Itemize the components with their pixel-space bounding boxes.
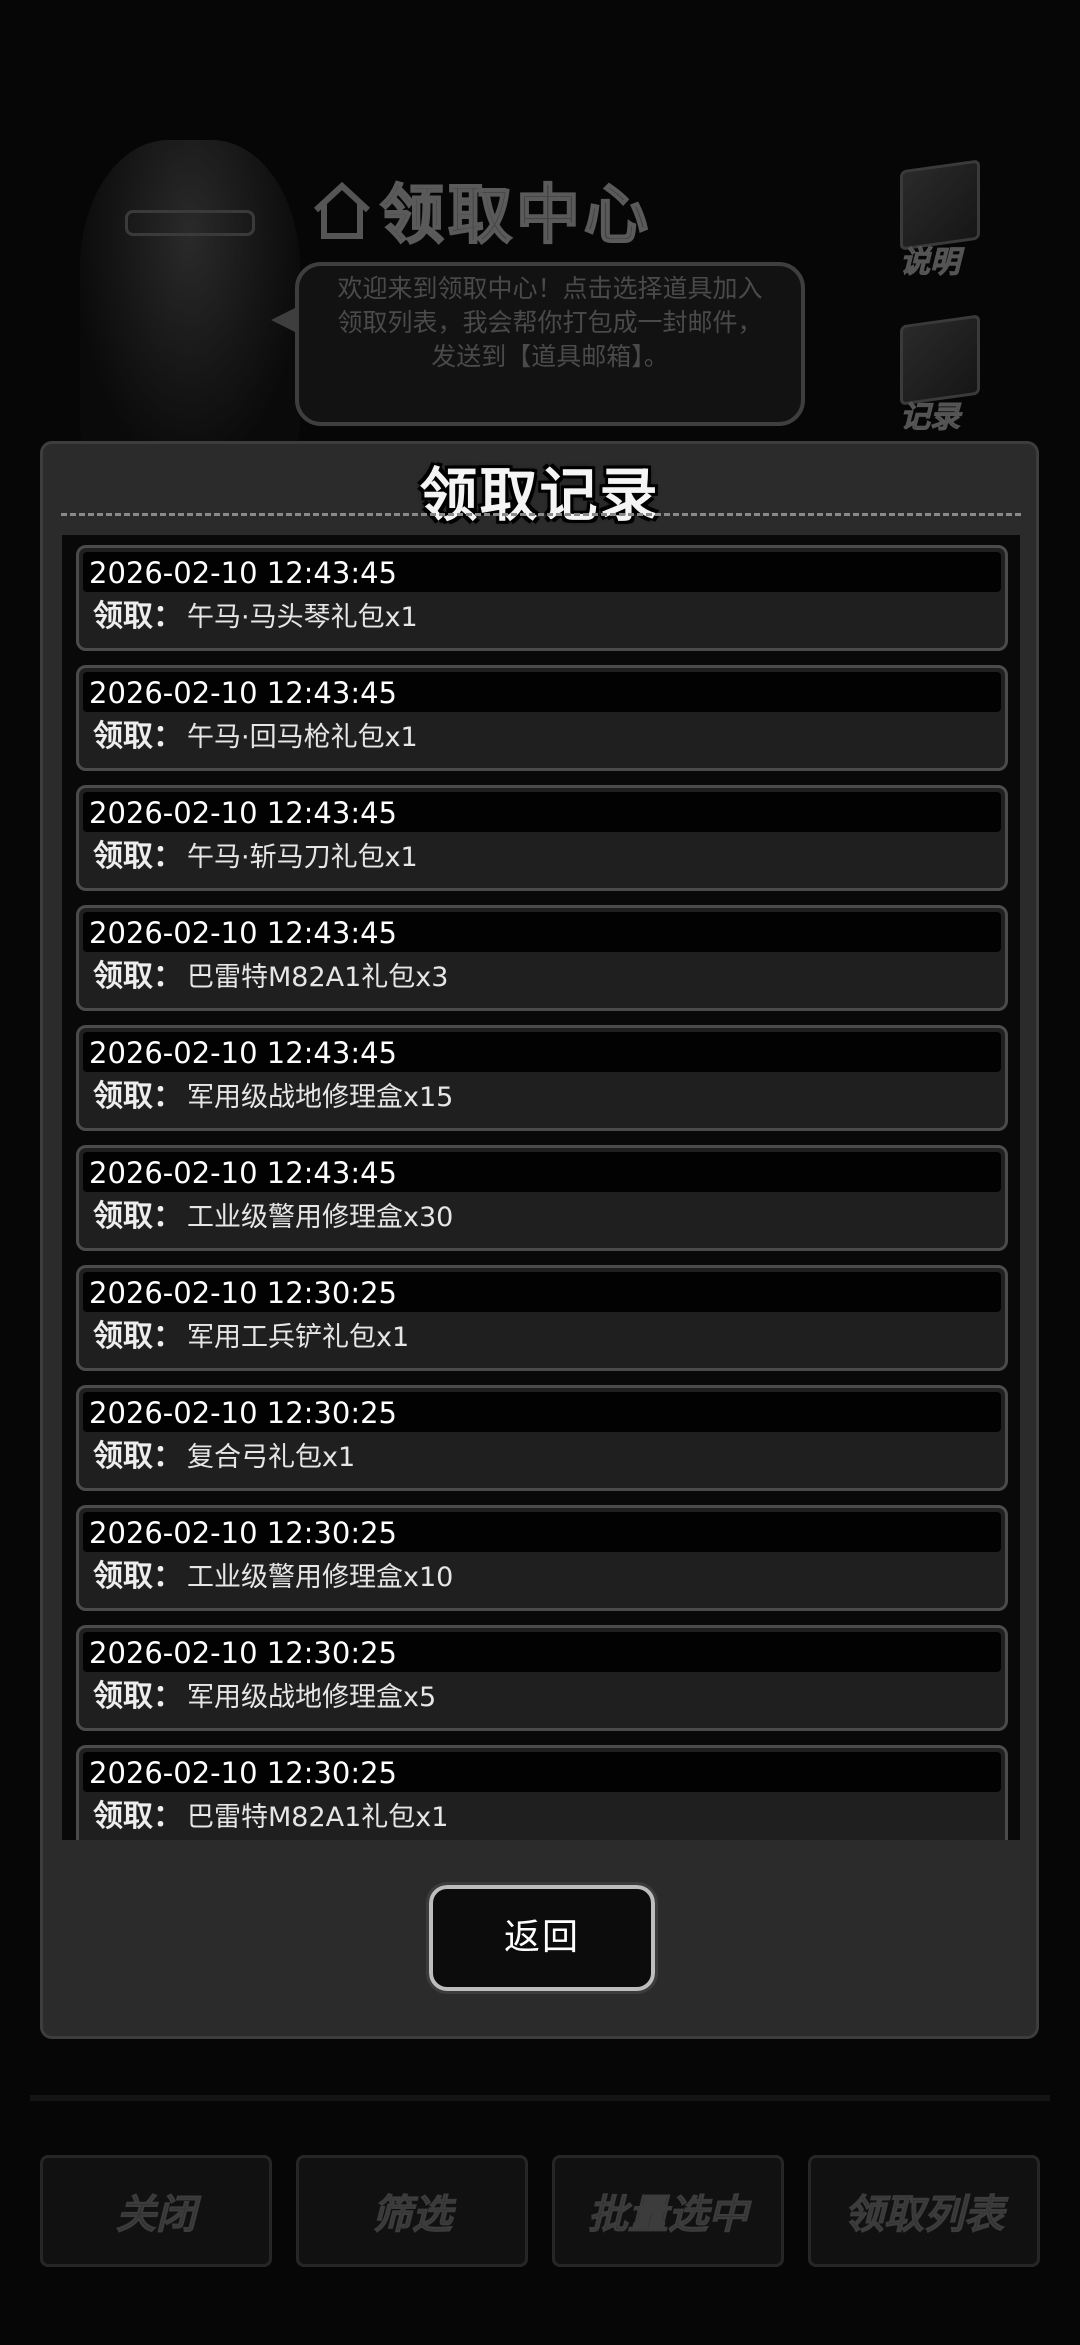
bubble-tail (271, 306, 299, 334)
record-item-name: 工业级警用修理盒x30 (187, 1202, 454, 1233)
record-item-name: 军用级战地修理盒x5 (187, 1682, 437, 1713)
bottom-toolbar: 关闭 筛选 批量选中 领取列表 (40, 2155, 1040, 2275)
dialog-title: 领取记录 (419, 461, 660, 529)
claim-label: 领取： (93, 599, 183, 634)
bottom-divider (30, 2095, 1050, 2101)
npc-portrait (80, 140, 300, 460)
record-body: 领取： 军用级战地修理盒x15 (93, 1078, 453, 1117)
claim-record-dialog: 领取记录 2026-02-10 12:43:45 领取： 午马·马头琴礼包x1 202… (40, 441, 1039, 2039)
record-body: 领取： 复合弓礼包x1 (93, 1438, 355, 1477)
back-button[interactable]: 返回 (426, 1882, 658, 1994)
claim-label: 领取： (93, 1199, 183, 1234)
claim-label: 领取： (93, 719, 183, 754)
record-item-name: 军用级战地修理盒x15 (187, 1082, 454, 1113)
page-title-text: 领取中心 (379, 178, 652, 254)
claim-label: 领取： (93, 1559, 183, 1594)
claim-label: 领取： (93, 959, 183, 994)
record-body: 领取： 军用工兵铲礼包x1 (93, 1318, 409, 1357)
record-body: 领取： 军用级战地修理盒x5 (93, 1678, 436, 1717)
record-row: 2026-02-10 12:43:45 领取： 巴雷特M82A1礼包x3 (76, 905, 1008, 1011)
record-time: 2026-02-10 12:30:25 (89, 1756, 397, 1790)
record-body: 领取： 工业级警用修理盒x30 (93, 1198, 453, 1237)
record-item-name: 午马·斩马刀礼包x1 (187, 842, 418, 873)
record-button[interactable]: 记录 (890, 314, 1000, 440)
record-row: 2026-02-10 12:30:25 领取： 复合弓礼包x1 (76, 1385, 1008, 1491)
record-row: 2026-02-10 12:43:45 领取： 工业级警用修理盒x30 (76, 1145, 1008, 1251)
record-item-name: 午马·回马枪礼包x1 (187, 722, 418, 753)
record-label: 记录 (900, 400, 961, 436)
record-list[interactable]: 2026-02-10 12:43:45 领取： 午马·马头琴礼包x1 2026-02-… (62, 535, 1020, 1840)
record-row: 2026-02-10 12:30:25 领取： 军用工兵铲礼包x1 (76, 1265, 1008, 1371)
record-time: 2026-02-10 12:30:25 (89, 1636, 397, 1670)
record-row: 2026-02-10 12:30:25 领取： 工业级警用修理盒x10 (76, 1505, 1008, 1611)
record-time: 2026-02-10 12:43:45 (89, 916, 397, 950)
record-body: 领取： 工业级警用修理盒x10 (93, 1558, 453, 1597)
claim-label: 领取： (93, 1799, 183, 1834)
record-row: 2026-02-10 12:43:45 领取： 午马·斩马刀礼包x1 (76, 785, 1008, 891)
claim-label: 领取： (93, 1079, 183, 1114)
record-item-name: 军用工兵铲礼包x1 (187, 1322, 410, 1353)
record-time: 2026-02-10 12:30:25 (89, 1516, 397, 1550)
record-time: 2026-02-10 12:43:45 (89, 676, 397, 710)
record-body: 领取： 午马·马头琴礼包x1 (93, 598, 418, 637)
record-time: 2026-02-10 12:43:45 (89, 1036, 397, 1070)
record-body: 领取： 巴雷特M82A1礼包x1 (93, 1798, 448, 1837)
claim-label: 领取： (93, 1319, 183, 1354)
dashed-divider (61, 513, 1021, 516)
filter-button[interactable]: 筛选 (296, 2155, 528, 2267)
record-row: 2026-02-10 12:43:45 领取： 午马·回马枪礼包x1 (76, 665, 1008, 771)
claim-list-button[interactable]: 领取列表 (808, 2155, 1040, 2267)
screen: 领取中心 欢迎来到领取中心！点击选择道具加入领取列表，我会帮你打包成一封邮件，发… (0, 0, 1080, 2345)
record-time: 2026-02-10 12:30:25 (89, 1276, 397, 1310)
record-body: 领取： 午马·回马枪礼包x1 (93, 718, 418, 757)
welcome-bubble: 欢迎来到领取中心！点击选择道具加入领取列表，我会帮你打包成一封邮件，发送到【道具… (271, 262, 805, 426)
explain-label: 说明 (900, 245, 961, 281)
record-row: 2026-02-10 12:30:25 领取： 巴雷特M82A1礼包x1 (76, 1745, 1008, 1840)
record-row: 2026-02-10 12:43:45 领取： 午马·马头琴礼包x1 (76, 545, 1008, 651)
record-row: 2026-02-10 12:43:45 领取： 军用级战地修理盒x15 (76, 1025, 1008, 1131)
close-button[interactable]: 关闭 (40, 2155, 272, 2267)
record-body: 领取： 午马·斩马刀礼包x1 (93, 838, 418, 877)
glasses-shape (125, 210, 255, 236)
record-body: 领取： 巴雷特M82A1礼包x3 (93, 958, 448, 997)
claim-label: 领取： (93, 1679, 183, 1714)
record-row: 2026-02-10 12:30:25 领取： 军用级战地修理盒x5 (76, 1625, 1008, 1731)
record-item-name: 工业级警用修理盒x10 (187, 1562, 454, 1593)
record-time: 2026-02-10 12:43:45 (89, 556, 397, 590)
house-icon (313, 181, 371, 239)
record-item-name: 巴雷特M82A1礼包x3 (187, 962, 449, 993)
record-item-name: 复合弓礼包x1 (187, 1442, 356, 1473)
batch-select-button[interactable]: 批量选中 (552, 2155, 784, 2267)
claim-label: 领取： (93, 1439, 183, 1474)
page-title: 领取中心 (310, 165, 760, 255)
record-time: 2026-02-10 12:30:25 (89, 1396, 397, 1430)
explain-button[interactable]: 说明 (890, 159, 1000, 285)
record-item-name: 巴雷特M82A1礼包x1 (187, 1802, 449, 1833)
welcome-text: 欢迎来到领取中心！点击选择道具加入领取列表，我会帮你打包成一封邮件，发送到【道具… (337, 274, 763, 371)
claim-label: 领取： (93, 839, 183, 874)
record-item-name: 午马·马头琴礼包x1 (187, 602, 418, 633)
record-time: 2026-02-10 12:43:45 (89, 1156, 397, 1190)
record-time: 2026-02-10 12:43:45 (89, 796, 397, 830)
